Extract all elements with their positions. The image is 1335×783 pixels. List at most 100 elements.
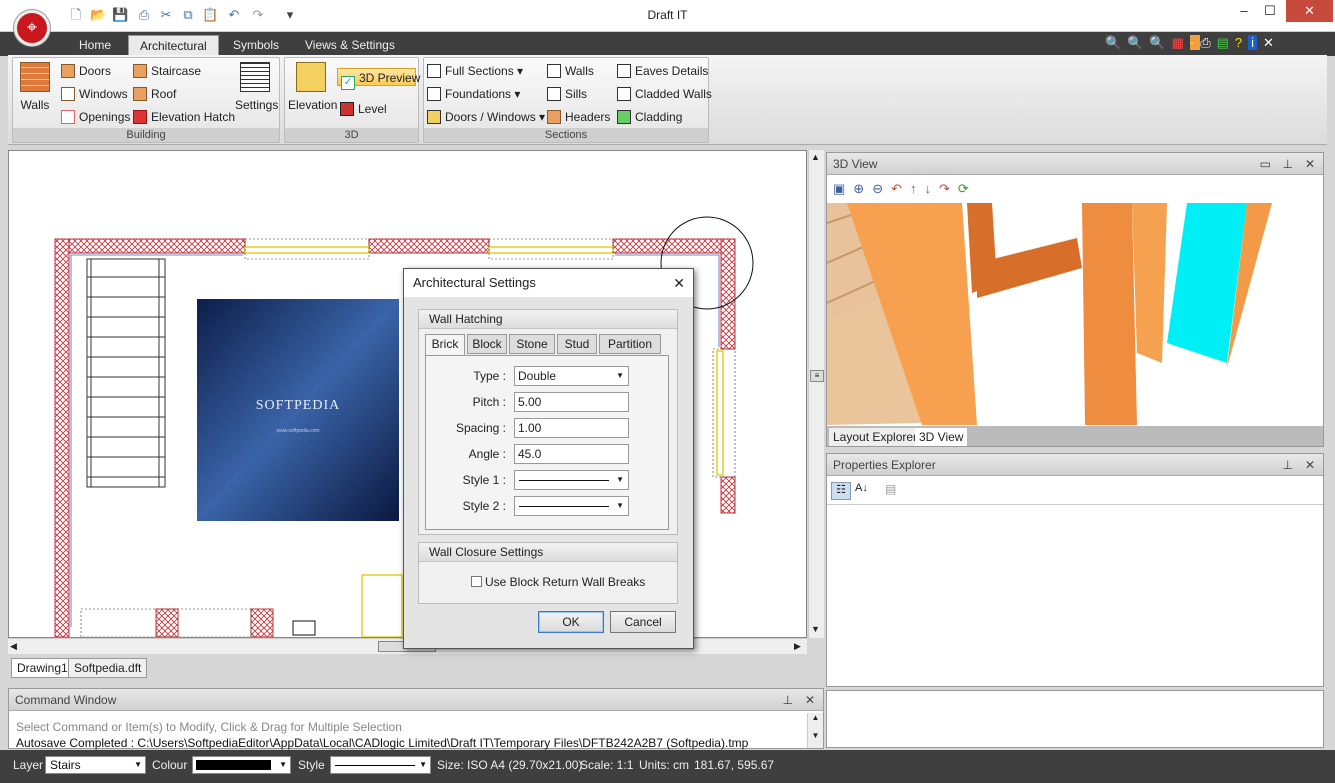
wall-closure-header: Wall Closure Settings <box>419 543 677 562</box>
sills-button[interactable]: Sills <box>547 85 587 103</box>
scroll-left-icon[interactable]: ◀ <box>10 641 17 652</box>
block-return-checkbox[interactable]: Use Block Return Wall Breaks <box>471 575 645 589</box>
restore-icon[interactable]: ▭ <box>1260 153 1271 175</box>
tab-symbols[interactable]: Symbols <box>222 35 290 56</box>
zoom-in-icon[interactable]: 🔍 <box>1127 35 1149 50</box>
section-walls-button[interactable]: Walls <box>547 62 594 80</box>
style2-select[interactable]: ▼ <box>514 496 629 516</box>
eaves-icon <box>617 64 631 78</box>
print-preview-icon[interactable]: ⎙ <box>1200 35 1216 50</box>
close-panel-icon[interactable]: ✕ <box>1305 454 1315 476</box>
style-select[interactable]: ▼ <box>330 756 431 774</box>
doors-windows-button[interactable]: Doors / Windows ▾ <box>427 108 545 126</box>
refresh-icon[interactable]: ⟳ <box>958 181 977 196</box>
info-icon[interactable]: i <box>1248 35 1258 50</box>
tab-layout-explorer[interactable]: Layout Explorer <box>829 428 922 446</box>
pin-icon[interactable]: ⊥ <box>1283 454 1293 476</box>
foundations-label: Foundations <box>445 87 512 101</box>
spacing-input[interactable]: 1.00 <box>514 418 629 438</box>
command-prompt[interactable]: Select Command or Item(s) to Modify, Cli… <box>16 720 402 734</box>
3d-view-title: 3D View <box>833 157 878 171</box>
settings-button[interactable]: Settings <box>235 62 278 114</box>
tab-stud[interactable]: Stud <box>557 334 597 354</box>
cancel-button[interactable]: Cancel <box>610 611 676 633</box>
headers-icon <box>547 110 561 124</box>
tab-brick[interactable]: Brick <box>425 334 465 356</box>
windows-button[interactable]: Windows <box>61 85 128 103</box>
elevation-hatch-button[interactable]: Elevation Hatch <box>133 108 235 126</box>
dialog-close-icon[interactable]: ✕ <box>673 269 685 297</box>
layer-label: Layer <box>13 758 44 772</box>
scroll-right-icon[interactable]: ▶ <box>794 641 801 652</box>
rotate-left-icon[interactable]: ↶ <box>891 181 910 196</box>
pin-icon[interactable]: ⊥ <box>1283 153 1293 175</box>
type-select[interactable]: Double ▼ <box>514 366 629 386</box>
scroll-thumb[interactable]: ≡ <box>810 370 824 382</box>
zoom-out-icon[interactable]: ⊖ <box>872 181 891 196</box>
foundations-button[interactable]: Foundations ▾ <box>427 85 520 103</box>
openings-button[interactable]: Openings <box>61 108 130 126</box>
app-menu-logo-icon[interactable]: ⌖ <box>14 10 50 46</box>
snap-icon[interactable]: · <box>1189 35 1201 50</box>
categorized-icon[interactable]: ☷ <box>831 482 851 500</box>
export-icon[interactable]: ▤ <box>1217 35 1235 50</box>
zoom-window-icon[interactable]: 🔍 <box>1149 35 1171 50</box>
rotate-down-icon[interactable]: ↓ <box>925 181 940 196</box>
level-button[interactable]: Level <box>340 100 387 118</box>
rotate-right-icon[interactable]: ↷ <box>939 181 958 196</box>
zoom-in-icon[interactable]: ⊕ <box>853 181 872 196</box>
save-icon[interactable]: ▣ <box>833 181 853 196</box>
title-bar: 🗋 📂 💾 ⎙ ✂ ⧉ 📋 ↶ ↷ ▾ Draft IT – ☐ ✕ <box>0 0 1335 32</box>
tab-3d-view[interactable]: 3D View <box>915 428 968 446</box>
group-3d: Elevation ✓ 3D Preview Level 3D <box>284 57 420 143</box>
cladded-walls-button[interactable]: Cladded Walls <box>617 85 712 103</box>
tab-home[interactable]: Home <box>68 35 122 56</box>
angle-input[interactable]: 45.0 <box>514 444 629 464</box>
style1-select[interactable]: ▼ <box>514 470 629 490</box>
doc-tab-drawing1[interactable]: Drawing1 <box>11 658 74 678</box>
sort-alpha-icon[interactable]: A↓ <box>855 482 868 494</box>
tab-stone[interactable]: Stone <box>509 334 555 354</box>
eaves-details-button[interactable]: Eaves Details <box>617 62 708 80</box>
roof-icon <box>133 87 147 101</box>
tab-architectural[interactable]: Architectural <box>128 35 219 56</box>
tab-views-settings[interactable]: Views & Settings <box>294 35 406 56</box>
pitch-input[interactable]: 5.00 <box>514 392 629 412</box>
property-pages-icon[interactable]: ▤ <box>885 482 896 496</box>
properties-header: Properties Explorer ⊥ ✕ <box>827 454 1323 476</box>
headers-button[interactable]: Headers <box>547 108 610 126</box>
minimize-button[interactable]: – <box>1232 0 1256 22</box>
pin-icon[interactable]: ⊥ <box>783 689 793 711</box>
checkbox-icon: ✓ <box>341 76 355 90</box>
help-icon[interactable]: ? <box>1235 35 1248 50</box>
close-panel-icon[interactable]: ✕ <box>805 689 815 711</box>
zoom-extents-icon[interactable]: 🔍 <box>1105 35 1127 50</box>
full-sections-button[interactable]: Full Sections ▾ <box>427 62 523 80</box>
doc-tab-softpedia[interactable]: Softpedia.dft <box>68 658 148 678</box>
elevation-button[interactable]: Elevation <box>288 62 337 114</box>
close-panel-icon[interactable]: ✕ <box>1305 153 1315 175</box>
scroll-down-icon[interactable]: ▼ <box>811 624 820 634</box>
style-label: Style <box>298 758 325 772</box>
command-scrollbar[interactable]: ▲ ▼ <box>807 713 823 748</box>
staircase-button[interactable]: Staircase <box>133 62 201 80</box>
ok-button[interactable]: OK <box>538 611 604 633</box>
tab-block[interactable]: Block <box>467 334 507 354</box>
3d-preview-toggle[interactable]: ✓ 3D Preview <box>337 68 420 90</box>
close-button[interactable]: ✕ <box>1286 0 1333 22</box>
colour-select[interactable]: ▼ <box>192 756 291 774</box>
canvas-vertical-scrollbar[interactable]: ▲ ≡ ▼ <box>808 150 824 638</box>
walls-button[interactable]: Walls <box>19 62 51 114</box>
scroll-up-icon[interactable]: ▲ <box>811 152 820 162</box>
layer-select[interactable]: Stairs ▼ <box>45 756 146 774</box>
tab-partition[interactable]: Partition <box>599 334 661 354</box>
maximize-button[interactable]: ☐ <box>1258 0 1282 22</box>
rotate-up-icon[interactable]: ↑ <box>910 181 925 196</box>
grid-icon[interactable]: ▦ <box>1172 35 1190 50</box>
ribbon-collapse-icon[interactable]: ✕ <box>1263 35 1280 50</box>
properties-title: Properties Explorer <box>833 458 936 472</box>
camera-symbol[interactable] <box>292 620 316 636</box>
doors-button[interactable]: Doors <box>61 62 111 80</box>
roof-button[interactable]: Roof <box>133 85 176 103</box>
cladding-button[interactable]: Cladding <box>617 108 682 126</box>
